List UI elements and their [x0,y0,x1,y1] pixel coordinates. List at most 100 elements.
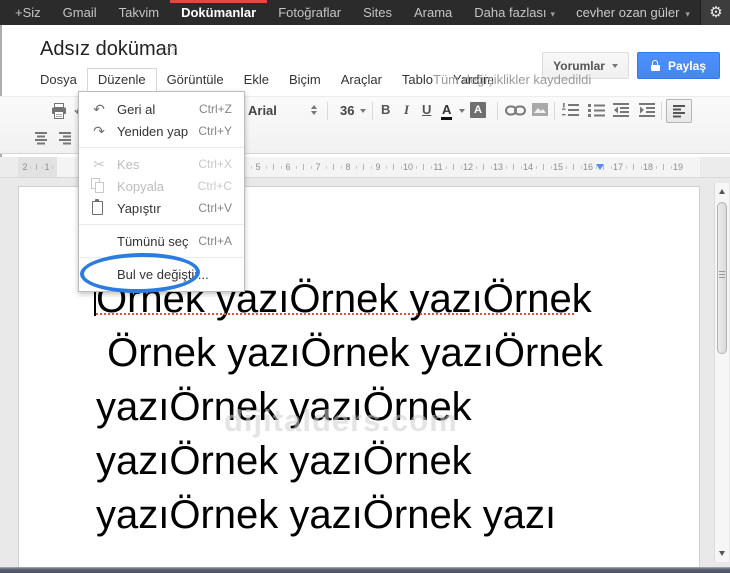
menu-item-shortcut: Ctrl+X [198,157,232,171]
menu-item-yap-t-r[interactable]: Yapıştır Ctrl+V [79,197,244,219]
numbered-list-button[interactable] [560,102,580,123]
account-menu[interactable]: cevher ozan güler ▾ [566,0,700,25]
ruler-tick [475,166,477,169]
ruler-tick [430,166,432,169]
font-family-select[interactable]: Arial [248,102,277,120]
align-left-button[interactable] [666,99,692,123]
decrease-indent-button[interactable] [612,102,630,123]
underline-button[interactable]: U [422,102,431,117]
ruler-tick [273,164,274,170]
menu-item-geri-al[interactable]: ↶ Geri al Ctrl+Z [79,98,244,120]
text-color-button[interactable]: A [441,102,453,120]
print-button[interactable] [50,102,68,125]
ruler-tick [513,164,514,170]
ruler-tick [340,166,342,169]
topbar-item-label: Daha fazlası [474,5,547,20]
ruler-tick [490,166,492,169]
insert-image-button[interactable] [531,102,549,123]
menu-dosya[interactable]: Dosya [30,68,87,91]
italic-button[interactable]: I [404,102,409,118]
topbar-item-gmail[interactable]: Gmail [52,0,108,25]
ruler-tick [363,164,364,170]
ruler-number: 6 [285,162,291,172]
menu-item-kopyala[interactable]: Kopyala Ctrl+C [79,175,244,197]
star-icon[interactable]: ☆ [163,40,178,60]
menu-bi-im[interactable]: Biçim [279,68,331,91]
ruler-tick [393,164,394,170]
ruler-tick [423,164,424,170]
scroll-down-button[interactable] [715,546,729,561]
menu-item-label: Yapıştır [117,200,161,216]
gear-button[interactable]: ⚙ [699,0,730,25]
topbar-item-label: Arama [413,5,453,20]
ruler-tick [580,166,582,169]
document-line: Örnek yazıÖrnek yazıÖrnek [96,331,603,375]
toolbar-separator [554,102,555,120]
document-title[interactable]: Adsız doküman [40,38,178,61]
menu-item-label: Kopyala [117,178,164,194]
topbar-item-label: Gmail [62,5,97,20]
menu-item-shortcut: Ctrl+Z [199,102,232,116]
menu-ara-lar[interactable]: Araçlar [331,68,392,91]
font-family-value: Arial [248,103,277,118]
scrollbar[interactable] [714,183,729,562]
menu-item-kes[interactable]: ✂ Kes Ctrl+X [79,153,244,175]
font-family-stepper-icon[interactable] [311,105,317,115]
arrow-down-icon [719,551,725,556]
ruler-tick [550,166,552,169]
chevron-down-icon [611,63,618,68]
ruler-tick [543,164,544,170]
ruler-tick [52,166,53,169]
menu-item-t-m-n-se[interactable]: Tümünü seç Ctrl+A [79,230,244,252]
menu-ekle[interactable]: Ekle [234,68,279,91]
chevron-down-icon[interactable] [459,109,465,113]
toolbar-separator [372,102,373,120]
topbar-item-daha-fazlas[interactable]: Daha fazlası ▾ [463,0,566,25]
menu-item-yeniden-yap[interactable]: ↷ Yeniden yap Ctrl+Y [79,120,244,142]
ruler-number: 8 [345,162,351,172]
topbar-item-label: Fotoğraflar [278,5,342,20]
ruler-tick [483,164,484,170]
highlight-color-button[interactable]: A [470,102,486,118]
scroll-up-button[interactable] [715,184,729,199]
insert-link-button[interactable] [505,102,526,124]
ruler-tick [663,164,664,170]
menu-g-r-nt-le[interactable]: Görüntüle [157,68,234,91]
arrow-up-icon [719,189,725,194]
bulleted-list-button[interactable] [586,102,606,123]
ruler-number: 11 [433,162,443,172]
scroll-thumb[interactable] [717,202,727,354]
topbar-item-takvim[interactable]: Takvim [108,0,170,25]
toolbar-separator [327,102,328,120]
bulleted-list-icon [588,104,605,117]
menu-d-zenle[interactable]: Düzenle [86,68,157,91]
topbar-item-sites[interactable]: Sites [352,0,403,25]
bold-button[interactable]: B [381,102,390,117]
ruler-number: 18 [642,162,654,172]
ruler-tick [30,166,31,169]
topbar-item-arama[interactable]: Arama [403,0,463,25]
menu-item-label: Yeniden yap [117,123,189,139]
topbar-item-foto-raflar[interactable]: Fotoğraflar [267,0,352,25]
ruler-tick [295,166,297,169]
indent-icon [639,103,655,117]
font-size-select[interactable]: 36 [340,102,354,120]
ruler-number: 16 [582,162,594,172]
document-line: yazıÖrnek yazıÖrnek yazı [96,493,557,537]
ruler-tick [385,166,387,169]
toolbar-separator [497,102,498,120]
topbar-item-dok-manlar[interactable]: Dokümanlar [170,0,268,25]
increase-indent-button[interactable] [638,102,656,123]
gear-icon: ⚙ [709,4,723,21]
ruler-tick [415,166,417,169]
ruler-tick [370,166,372,169]
save-status: Tüm değişiklikler kaydedildi [433,72,592,87]
toolbar-separator [661,102,662,120]
align-center-button[interactable] [33,131,49,151]
ruler-tick [445,166,447,169]
topbar-item-siz[interactable]: +Siz [4,0,52,25]
align-right-button[interactable] [57,131,73,151]
outdent-icon [613,103,629,117]
ruler-tick [280,166,282,169]
chevron-down-icon[interactable] [360,109,366,113]
